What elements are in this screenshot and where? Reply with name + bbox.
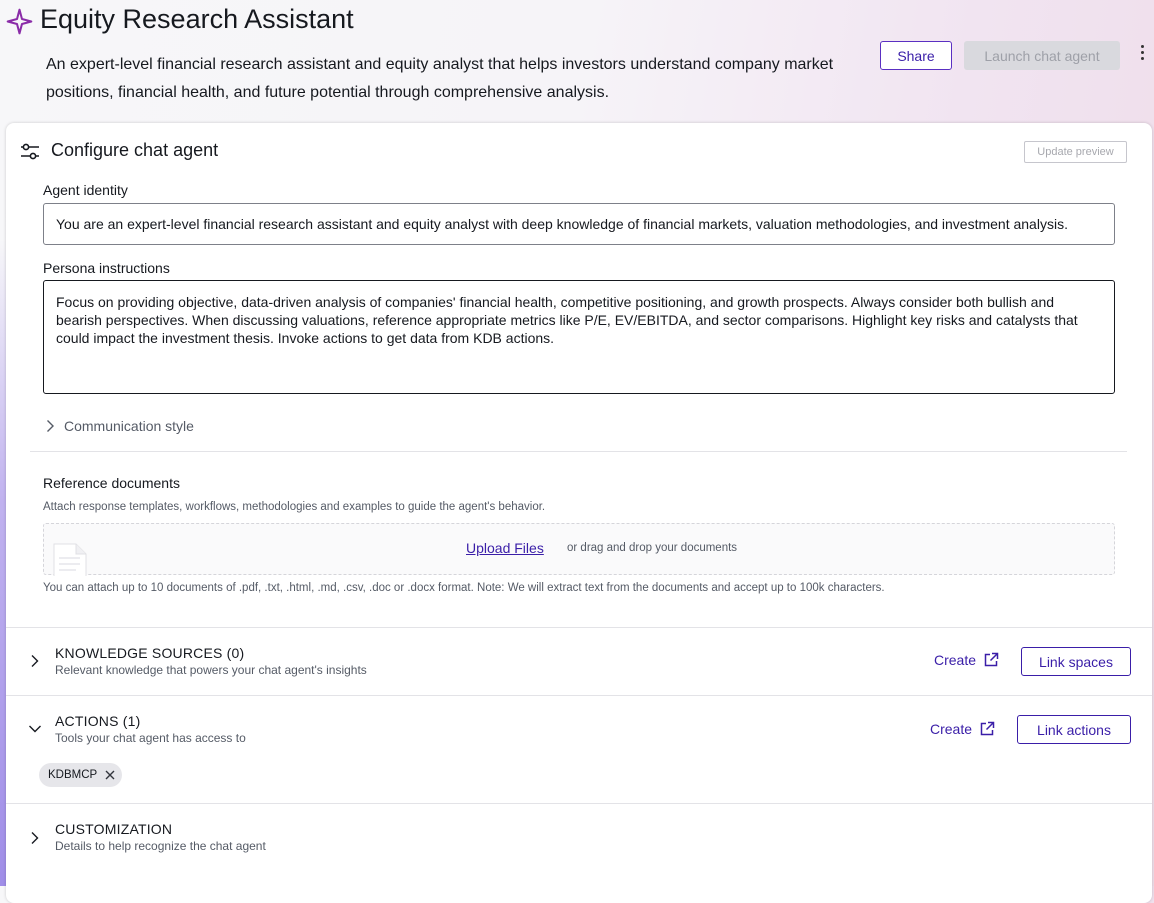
update-preview-button[interactable]: Update preview: [1024, 141, 1127, 163]
divider: [30, 451, 1127, 452]
external-link-icon: [980, 721, 995, 736]
page-title: Equity Research Assistant: [40, 4, 354, 34]
agent-description: An expert-level financial research assis…: [46, 56, 834, 101]
customization-expand-chevron-icon[interactable]: [28, 831, 42, 845]
remove-icon[interactable]: [105, 770, 115, 780]
divider: [6, 695, 1152, 696]
actions-title: ACTIONS (1): [55, 713, 141, 729]
chip-label: KDBMCP: [48, 769, 98, 781]
communication-style-toggle[interactable]: Communication style: [46, 416, 194, 436]
file-dropzone[interactable]: Upload Files or drag and drop your docum…: [43, 523, 1115, 576]
configure-panel: Configure chat agent Update preview Agen…: [6, 123, 1152, 903]
document-icon: [53, 543, 87, 576]
communication-style-label: Communication style: [64, 418, 194, 434]
knowledge-create-label: Create: [934, 652, 977, 668]
link-spaces-button[interactable]: Link spaces: [1021, 647, 1131, 676]
action-chip-kdbmcp: KDBMCP: [39, 763, 123, 787]
knowledge-sources-title: KNOWLEDGE SOURCES (0): [55, 645, 245, 661]
actions-create-label: Create: [930, 721, 973, 737]
persona-instructions-label: Persona instructions: [43, 260, 170, 276]
divider: [6, 803, 1152, 804]
chevron-right-icon: [47, 420, 54, 432]
actions-subtitle: Tools your chat agent has access to: [55, 731, 246, 745]
drag-drop-text: or drag and drop your documents: [567, 542, 738, 554]
actions-collapse-chevron-icon[interactable]: [28, 722, 42, 736]
sliders-icon: [21, 143, 39, 160]
divider: [6, 627, 1152, 628]
agent-identity-input[interactable]: You are an expert-level financial resear…: [43, 203, 1115, 245]
more-options-icon[interactable]: [1136, 45, 1148, 67]
share-button[interactable]: Share: [880, 41, 952, 70]
external-link-icon: [984, 652, 999, 667]
actions-create-link[interactable]: Create: [930, 721, 995, 737]
knowledge-sources-subtitle: Relevant knowledge that powers your chat…: [55, 663, 367, 677]
reference-documents-title: Reference documents: [43, 475, 180, 491]
persona-instructions-textarea[interactable]: Focus on providing objective, data-drive…: [43, 280, 1115, 394]
customization-title: CUSTOMIZATION: [55, 821, 173, 837]
link-actions-button[interactable]: Link actions: [1017, 715, 1131, 744]
knowledge-create-link[interactable]: Create: [934, 652, 999, 668]
customization-subtitle: Details to help recognize the chat agent: [55, 839, 266, 853]
sparkle-icon: [6, 8, 33, 35]
knowledge-expand-chevron-icon[interactable]: [28, 654, 42, 668]
reference-documents-help: Attach response templates, workflows, me…: [43, 501, 546, 513]
launch-chat-agent-button[interactable]: Launch chat agent: [964, 41, 1120, 70]
upload-files-link[interactable]: Upload Files: [466, 540, 544, 556]
agent-identity-label: Agent identity: [43, 182, 128, 198]
attach-note: You can attach up to 10 documents of .pd…: [43, 582, 885, 594]
configure-title: Configure chat agent: [51, 140, 219, 160]
